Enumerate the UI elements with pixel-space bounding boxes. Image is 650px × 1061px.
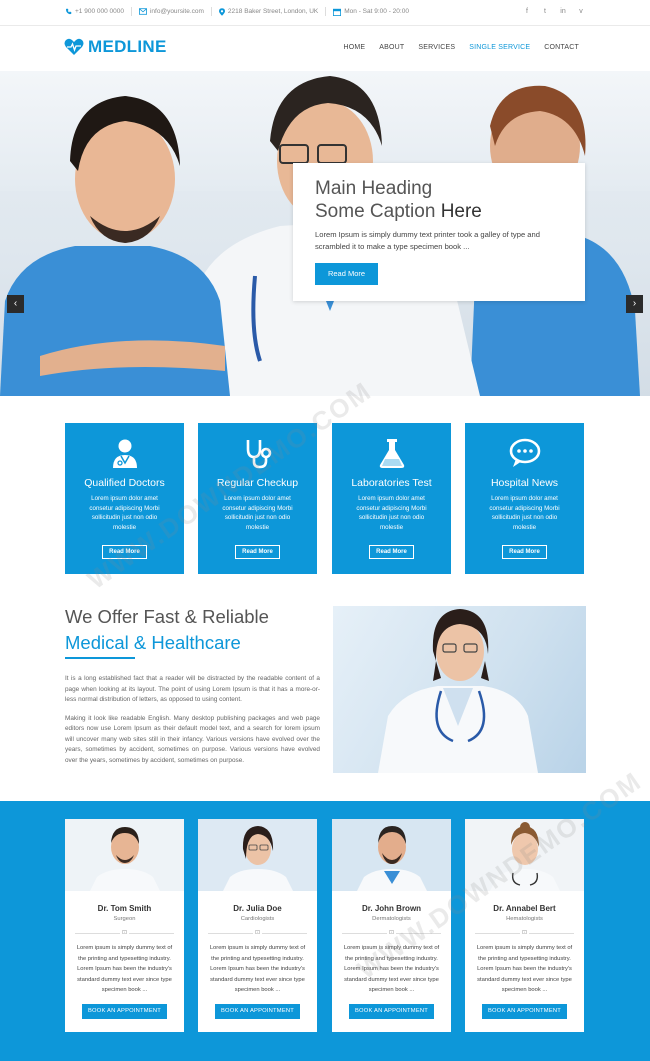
instagram-icon[interactable]: in: [559, 7, 567, 17]
divider-ornament-icon: ⊡: [253, 930, 262, 937]
about-doctor-image: [333, 606, 586, 773]
hero-heading: Main Heading: [315, 178, 433, 199]
slider-next-arrow[interactable]: ›: [626, 295, 643, 313]
nav-single-service[interactable]: SINGLE SERVICE: [469, 44, 530, 51]
service-read-more-button[interactable]: Read More: [502, 545, 547, 559]
phone-item[interactable]: +1 900 000 0000: [65, 8, 124, 15]
doctor-role: Hematologists: [506, 916, 543, 922]
about-subtitle: Medical & Healthcare: [65, 632, 241, 653]
doctor-photo: [332, 819, 451, 891]
about-paragraph: Making it look like readable English. Ma…: [65, 714, 320, 764]
service-read-more-button[interactable]: Read More: [235, 545, 280, 559]
nav-about[interactable]: ABOUT: [379, 44, 404, 51]
service-title: Hospital News: [490, 477, 559, 489]
top-info-bar: +1 900 000 0000 info@yoursite.com 2218 B…: [0, 0, 650, 26]
twitter-icon[interactable]: t: [541, 7, 549, 17]
doctor-card: Dr. Tom Smith Surgeon ⊡ Lorem ipsum is s…: [65, 819, 184, 1032]
female-doctor-illustration: [378, 609, 538, 773]
service-title: Laboratories Test: [351, 477, 432, 489]
facebook-icon[interactable]: f: [523, 7, 531, 17]
flask-icon: [379, 439, 405, 468]
logo-text: MEDLINE: [88, 37, 167, 56]
hero-text: Lorem Ipsum is simply dummy text printer…: [315, 230, 540, 251]
book-appointment-button[interactable]: BOOK AN APPOINTMENT: [482, 1004, 567, 1019]
service-title: Qualified Doctors: [84, 477, 165, 489]
doctor-bio: Lorem ipsum is simply dummy text of the …: [76, 945, 173, 993]
about-paragraph: It is a long established fact that a rea…: [65, 675, 320, 703]
doctor-name: Dr. Tom Smith: [97, 904, 152, 913]
doctor-bio: Lorem ipsum is simply dummy text of the …: [476, 945, 573, 993]
service-card-news: Hospital News Lorem ipsum dolor amet con…: [465, 423, 584, 574]
nav-contact[interactable]: CONTACT: [544, 44, 579, 51]
nav-home[interactable]: HOME: [343, 44, 365, 51]
logo[interactable]: MEDLINE: [64, 37, 167, 57]
email-text: info@yoursite.com: [149, 8, 204, 15]
divider: [210, 7, 212, 16]
slider-prev-arrow[interactable]: ‹: [7, 295, 24, 313]
doctor-name: Dr. Julia Doe: [233, 904, 282, 913]
book-appointment-button[interactable]: BOOK AN APPOINTMENT: [215, 1004, 300, 1019]
chat-icon: [509, 438, 541, 467]
service-desc: Lorem ipsum dolor amet consetur adipisci…: [489, 495, 560, 531]
doctor-bio: Lorem ipsum is simply dummy text of the …: [209, 945, 306, 993]
doctor-photo: [198, 819, 317, 891]
hero-caption-box: Main Heading Some Caption Here Lorem Ips…: [293, 163, 585, 301]
title-underline: [65, 657, 135, 659]
address-item: 2218 Baker Street, London, UK: [218, 7, 319, 16]
doctor-role: Surgeon: [113, 916, 136, 922]
phone-text: +1 900 000 0000: [75, 8, 124, 15]
divider: [325, 7, 327, 16]
service-desc: Lorem ipsum dolor amet consetur adipisci…: [356, 495, 427, 531]
main-nav: HOME ABOUT SERVICES SINGLE SERVICE CONTA…: [343, 44, 579, 51]
hours-item: Mon - Sat 9:00 - 20:00: [333, 8, 409, 16]
book-appointment-button[interactable]: BOOK AN APPOINTMENT: [349, 1004, 434, 1019]
divider-ornament-icon: ⊡: [520, 930, 529, 937]
book-appointment-button[interactable]: BOOK AN APPOINTMENT: [82, 1004, 167, 1019]
phone-icon: [65, 8, 72, 15]
service-read-more-button[interactable]: Read More: [369, 545, 414, 559]
vimeo-icon[interactable]: v: [577, 7, 585, 17]
map-marker-icon: [218, 7, 225, 16]
doctor-role: Cardiologists: [240, 916, 275, 922]
social-links: f t in v: [523, 7, 585, 17]
hero-subheading: Some Caption Here: [315, 200, 563, 223]
hero-subheading-emphasis: Here: [440, 201, 482, 222]
divider-ornament-icon: ⊡: [120, 930, 129, 937]
contact-info: +1 900 000 0000 info@yoursite.com 2218 B…: [65, 7, 416, 16]
hours-text: Mon - Sat 9:00 - 20:00: [344, 8, 409, 15]
heart-logo-icon: [64, 38, 84, 55]
doctor-photo: [65, 819, 184, 891]
email-item[interactable]: info@yoursite.com: [138, 8, 204, 15]
about-section: We Offer Fast & Reliable Medical & Healt…: [65, 606, 320, 766]
envelope-icon: [138, 8, 147, 15]
divider: [130, 7, 132, 16]
nav-services[interactable]: SERVICES: [418, 44, 455, 51]
about-title: We Offer Fast & Reliable: [65, 606, 269, 627]
calendar-icon: [333, 8, 342, 16]
doctor-card: Dr. Julia Doe Cardiologists ⊡ Lorem ipsu…: [198, 819, 317, 1032]
site-header: MEDLINE HOME ABOUT SERVICES SINGLE SERVI…: [0, 26, 650, 71]
address-text: 2218 Baker Street, London, UK: [227, 8, 319, 15]
hero-read-more-button[interactable]: Read More: [315, 263, 378, 285]
doctor-icon: [113, 439, 137, 468]
hero-subheading-text: Some Caption: [315, 201, 436, 222]
service-card-laboratory: Laboratories Test Lorem ipsum dolor amet…: [332, 423, 451, 574]
